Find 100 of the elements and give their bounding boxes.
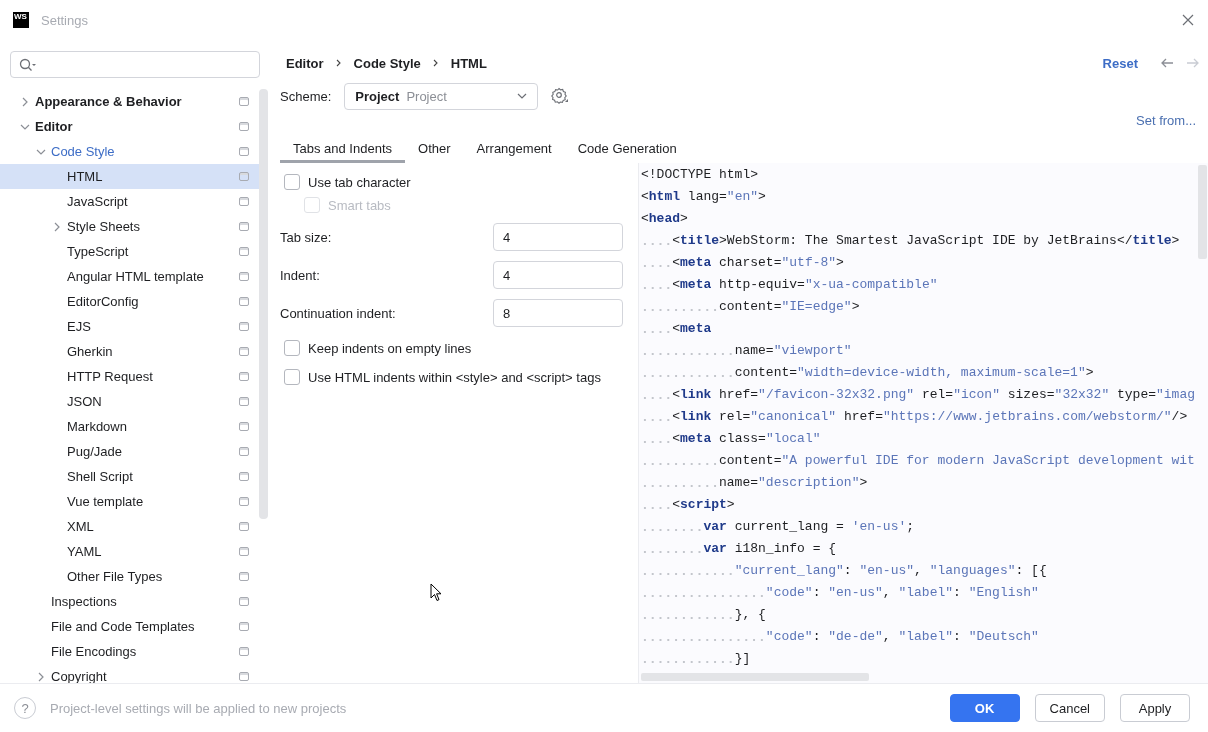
- tree-item-label: XML: [67, 519, 94, 534]
- page-icon: [239, 172, 249, 181]
- page-icon: [239, 272, 249, 281]
- breadcrumb-item[interactable]: Code Style: [353, 55, 421, 71]
- tree-item-label: Angular HTML template: [67, 269, 204, 284]
- code-line: <head>: [641, 210, 688, 228]
- code-line: name="viewport": [641, 340, 852, 362]
- scrollbar[interactable]: [641, 673, 869, 681]
- tab[interactable]: Arrangement: [463, 137, 565, 163]
- tree-item[interactable]: Markdown: [0, 414, 259, 439]
- code-line: var current_lang = 'en-us';: [641, 516, 915, 538]
- ok-button[interactable]: OK: [949, 694, 1020, 722]
- tree-item-label: Style Sheets: [67, 219, 140, 234]
- checkbox[interactable]: [284, 340, 300, 356]
- footer-note: Project-level settings will be applied to new projects: [50, 700, 347, 716]
- tree-item[interactable]: File and Code Templates: [0, 614, 259, 639]
- tree-item-label: Gherkin: [67, 344, 113, 359]
- dialog-button[interactable]: Cancel: [1034, 694, 1105, 722]
- tree-item[interactable]: Code Style: [0, 139, 259, 164]
- scrollbar[interactable]: [1198, 165, 1207, 259]
- tab[interactable]: Tabs and Indents: [280, 137, 406, 163]
- tree-item-label: JSON: [67, 394, 102, 409]
- page-icon: [239, 97, 249, 106]
- tree-item-label: File and Code Templates: [51, 619, 195, 634]
- code-line: <meta: [641, 318, 712, 340]
- code-line: "code": "en-us", "label": "English": [641, 582, 1039, 604]
- tree-item-label: Pug/Jade: [67, 444, 122, 459]
- page-icon: [239, 372, 249, 381]
- tree-item[interactable]: XML: [0, 514, 259, 539]
- tree-item[interactable]: JavaScript: [0, 189, 259, 214]
- tree-item[interactable]: Other File Types: [0, 564, 259, 589]
- tree-item[interactable]: Appearance & Behavior: [0, 89, 259, 114]
- search-icon: [19, 57, 37, 72]
- field-label: Indent:: [280, 267, 321, 283]
- number-field[interactable]: 8: [493, 299, 623, 327]
- tree-item-label: HTTP Request: [67, 369, 153, 384]
- back-arrow-icon[interactable]: [1160, 57, 1174, 69]
- tree-item[interactable]: JSON: [0, 389, 259, 414]
- code-line: var i18n_info = {: [641, 538, 837, 560]
- tree-item-label: YAML: [67, 544, 102, 559]
- tree-item[interactable]: Gherkin: [0, 339, 259, 364]
- tree-item[interactable]: Editor: [0, 114, 259, 139]
- tree-item[interactable]: Shell Script: [0, 464, 259, 489]
- search-field[interactable]: [10, 51, 260, 78]
- tree-item[interactable]: EditorConfig: [0, 289, 259, 314]
- tree-item[interactable]: Copyright: [0, 664, 259, 689]
- page-icon: [239, 547, 249, 556]
- tree-item[interactable]: HTML: [0, 164, 259, 189]
- code-line: <link rel="canonical" href="https://www.jetbrains.com/webstorm/"/>: [641, 406, 1188, 428]
- breadcrumb-item[interactable]: Editor: [286, 55, 324, 71]
- chevron-right-icon[interactable]: [20, 96, 30, 107]
- scrollbar[interactable]: [259, 89, 268, 519]
- tree-item[interactable]: Pug/Jade: [0, 439, 259, 464]
- tree-item[interactable]: Style Sheets: [0, 214, 259, 239]
- checkbox[interactable]: [284, 369, 300, 385]
- breadcrumb-item[interactable]: HTML: [450, 55, 487, 71]
- code-line: content="IE=edge">: [641, 296, 860, 318]
- checkbox[interactable]: [284, 174, 300, 190]
- tree-item-label: Copyright: [51, 669, 107, 684]
- tree-item[interactable]: EJS: [0, 314, 259, 339]
- page-icon: [239, 647, 249, 656]
- reset-link[interactable]: Reset: [1102, 55, 1138, 71]
- dialog-button[interactable]: Apply: [1120, 694, 1190, 722]
- tree-item-label: EJS: [67, 319, 91, 334]
- tree-item[interactable]: Inspections: [0, 589, 259, 614]
- tree-item-label: Markdown: [67, 419, 127, 434]
- page-icon: [239, 297, 249, 306]
- tree-item[interactable]: TypeScript: [0, 239, 259, 264]
- code-line: <!DOCTYPE html>: [641, 166, 759, 184]
- gear-icon[interactable]: [551, 87, 570, 105]
- tree-item-label: Appearance & Behavior: [35, 94, 182, 109]
- page-icon: [239, 147, 249, 156]
- set-from-link[interactable]: Set from...: [1136, 113, 1196, 131]
- page-icon: [239, 522, 249, 531]
- tree-item[interactable]: YAML: [0, 539, 259, 564]
- tree-item[interactable]: HTTP Request: [0, 364, 259, 389]
- page-icon: [239, 497, 249, 506]
- code-line: <title>WebStorm: The Smartest JavaScript IDE by JetBrains</title>: [641, 230, 1180, 252]
- chevron-right-icon[interactable]: [52, 221, 62, 232]
- page-icon: [239, 197, 249, 206]
- page-icon: [239, 222, 249, 231]
- chevron-right-icon: [335, 59, 342, 67]
- caret-icon: [517, 93, 528, 99]
- number-field[interactable]: 4: [493, 223, 623, 251]
- chevron-right-icon[interactable]: [36, 671, 46, 682]
- code-line: <meta class="local": [641, 428, 821, 450]
- tree-item[interactable]: Vue template: [0, 489, 259, 514]
- code-line: <html lang="en">: [641, 188, 766, 206]
- close-icon[interactable]: [1182, 14, 1194, 26]
- tree-item[interactable]: Angular HTML template: [0, 264, 259, 289]
- tab[interactable]: Other: [405, 137, 464, 163]
- tab[interactable]: Code Generation: [564, 137, 690, 163]
- tree-item[interactable]: File Encodings: [0, 639, 259, 664]
- scheme-dropdown[interactable]: Project Project: [344, 82, 539, 110]
- tree-item-label: HTML: [67, 169, 103, 184]
- number-field[interactable]: 4: [493, 261, 623, 289]
- page-icon: [239, 347, 249, 356]
- chevron-right-icon: [432, 59, 439, 67]
- code-line: <meta http-equiv="x-ua-compatible": [641, 274, 938, 296]
- tree-item-label: Editor: [35, 119, 73, 134]
